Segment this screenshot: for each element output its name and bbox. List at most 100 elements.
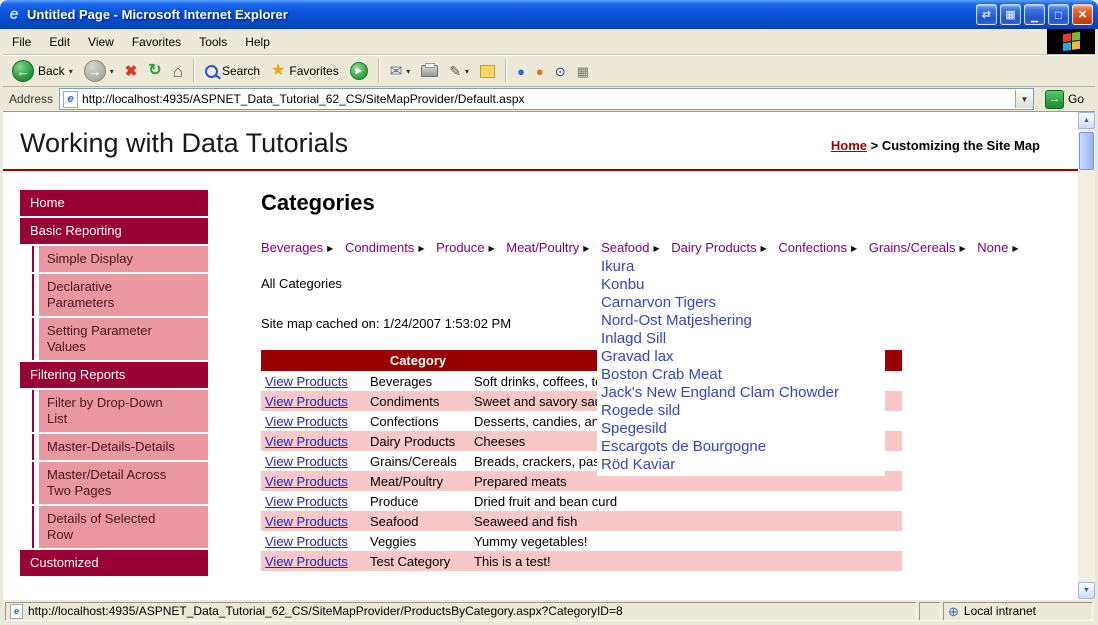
table-row: View Products Seafood Seaweed and fish [261, 511, 902, 531]
sidebar-item-home[interactable]: Home [20, 190, 208, 216]
flyout-item[interactable]: Ikura [597, 258, 885, 276]
discuss-button[interactable] [475, 62, 500, 81]
view-products-link[interactable]: View Products [265, 534, 348, 549]
scroll-up-button[interactable]: ▲ [1078, 112, 1095, 129]
status-zone-label: Local intranet [963, 604, 1036, 618]
stop-button[interactable]: ✖ [120, 61, 143, 82]
menu-item-meat-poultry[interactable]: Meat/Poultry [506, 240, 579, 255]
sidebar-item-master-details-details[interactable]: Master-Details-Details [32, 434, 208, 460]
view-products-link[interactable]: View Products [265, 414, 348, 429]
view-products-link[interactable]: View Products [265, 454, 348, 469]
view-products-link[interactable]: View Products [265, 434, 348, 449]
minimize-button[interactable]: ▁ [1024, 4, 1045, 25]
forward-dropdown-icon: ▾ [109, 66, 114, 76]
flyout-item[interactable]: Spegesild [597, 420, 885, 438]
sidebar-item-details-of-selected-row[interactable]: Details of Selected Row [32, 506, 208, 548]
sidebar-item-declarative-parameters[interactable]: Declarative Parameters [32, 274, 208, 316]
menu-item-seafood[interactable]: Seafood [601, 240, 649, 255]
menu-view[interactable]: View [79, 30, 123, 54]
menu-item-condiments[interactable]: Condiments [345, 240, 414, 255]
menu-item-grains-cereals[interactable]: Grains/Cereals [869, 240, 956, 255]
menu-item-confections[interactable]: Confections [778, 240, 847, 255]
menu-edit[interactable]: Edit [40, 30, 79, 54]
triangle-up-icon: ▲ [1083, 117, 1090, 124]
menu-tools[interactable]: Tools [190, 30, 236, 54]
expand-arrow-icon: ▶ [959, 244, 966, 253]
category-cell: Meat/Poultry [370, 473, 443, 489]
favorites-button[interactable]: ★ Favorites [266, 60, 344, 82]
close-button[interactable]: × [1072, 4, 1093, 25]
sidebar-item-setting-parameter-values[interactable]: Setting Parameter Values [32, 318, 208, 360]
title-bar[interactable]: e Untitled Page - Microsoft Internet Exp… [0, 0, 1098, 29]
mail-dropdown-icon[interactable]: ▾ [406, 67, 410, 76]
print-button[interactable] [416, 62, 443, 80]
address-input[interactable] [82, 92, 1011, 106]
search-icon [204, 64, 218, 78]
search-button[interactable]: Search [200, 61, 265, 81]
table-row: View Products Veggies Yummy vegetables! [261, 531, 902, 551]
titlebar-extra-button-1[interactable]: ⇄ [976, 4, 997, 25]
menu-favorites[interactable]: Favorites [123, 30, 190, 54]
address-dropdown-button[interactable]: ▼ [1014, 90, 1033, 108]
status-bar: e http://localhost:4935/ASPNET_Data_Tuto… [3, 599, 1095, 622]
scroll-down-button[interactable]: ▼ [1078, 582, 1095, 599]
menu-item-none[interactable]: None [977, 240, 1008, 255]
back-button[interactable]: ← Back ▾ [7, 57, 78, 85]
menu-help[interactable]: Help [236, 30, 279, 54]
forward-button[interactable]: → ▾ [79, 57, 119, 85]
flyout-item[interactable]: Jack's New England Clam Chowder [597, 384, 885, 402]
mail-button[interactable]: ✉ ▾ [385, 61, 416, 82]
view-products-link[interactable]: View Products [265, 514, 348, 529]
edit-button[interactable]: ✎ ▾ [444, 61, 474, 81]
sidebar-item-customized[interactable]: Customized [20, 550, 208, 576]
refresh-button[interactable]: ↻ [143, 60, 166, 82]
maximize-button[interactable]: □ [1048, 4, 1069, 25]
address-input-wrap[interactable]: e ▼ [59, 88, 1034, 110]
view-products-link[interactable]: View Products [265, 394, 348, 409]
flyout-item[interactable]: Boston Crab Meat [597, 366, 885, 384]
go-button[interactable]: → Go [1040, 88, 1089, 111]
menu-bar: File Edit View Favorites Tools Help [3, 29, 1095, 55]
web-ball-icon: ● [535, 63, 544, 79]
flyout-item[interactable]: Nord-Ost Matjeshering [597, 312, 885, 330]
find-button[interactable]: ⊙ [550, 62, 571, 81]
site-title: Working with Data Tutorials [20, 128, 349, 158]
breadcrumb-home-link[interactable]: Home [831, 138, 867, 153]
sidebar-item-basic-reporting[interactable]: Basic Reporting [20, 218, 208, 244]
table-row: View Products Test Category This is a test… [261, 551, 902, 571]
media-button[interactable]: ▶ [345, 59, 373, 83]
edit-dropdown-icon[interactable]: ▾ [465, 67, 469, 76]
triangle-down-icon: ▼ [1083, 587, 1090, 594]
menu-file[interactable]: File [3, 30, 40, 54]
flyout-item[interactable]: Konbu [597, 276, 885, 294]
flyout-item[interactable]: Carnarvon Tigers [597, 294, 885, 312]
web-button[interactable]: ● [531, 62, 549, 81]
menu-item-dairy-products[interactable]: Dairy Products [671, 240, 756, 255]
flyout-item[interactable]: Escargots de Bourgogne [597, 438, 885, 456]
sidebar-item-master-detail-across-two-pages[interactable]: Master/Detail Across Two Pages [32, 462, 208, 504]
flyout-item[interactable]: Gravad lax [597, 348, 885, 366]
view-products-link[interactable]: View Products [265, 494, 348, 509]
menu-item-produce[interactable]: Produce [436, 240, 484, 255]
view-products-link[interactable]: View Products [265, 374, 348, 389]
sidebar-item-filter-by-dropdown-list[interactable]: Filter by Drop-Down List [32, 390, 208, 432]
flyout-item[interactable]: Inlagd Sill [597, 330, 885, 348]
table-row: View Products Produce Dried fruit and bean… [261, 491, 902, 511]
home-button[interactable]: ⌂ [168, 60, 188, 83]
titlebar-extra-button-2[interactable]: ▦ [1000, 4, 1021, 25]
menu-item-beverages[interactable]: Beverages [261, 240, 323, 255]
flyout-item[interactable]: Rogede sild [597, 402, 885, 420]
favorites-label: Favorites [289, 64, 339, 78]
back-dropdown-icon[interactable]: ▾ [69, 67, 73, 76]
view-products-link[interactable]: View Products [265, 554, 348, 569]
sidebar-item-filtering-reports[interactable]: Filtering Reports [20, 362, 208, 388]
binoculars-icon: ⊙ [554, 63, 566, 79]
window-title: Untitled Page - Microsoft Internet Explo… [27, 7, 288, 22]
sidebar-item-simple-display[interactable]: Simple Display [32, 246, 208, 272]
research-button[interactable]: ▦ [572, 62, 594, 81]
vertical-scrollbar[interactable]: ▲ ▼ [1078, 112, 1095, 599]
scroll-thumb[interactable] [1079, 132, 1094, 170]
messenger-button[interactable]: ● [512, 62, 530, 81]
flyout-item[interactable]: Röd Kaviar [597, 456, 885, 474]
view-products-link[interactable]: View Products [265, 474, 348, 489]
